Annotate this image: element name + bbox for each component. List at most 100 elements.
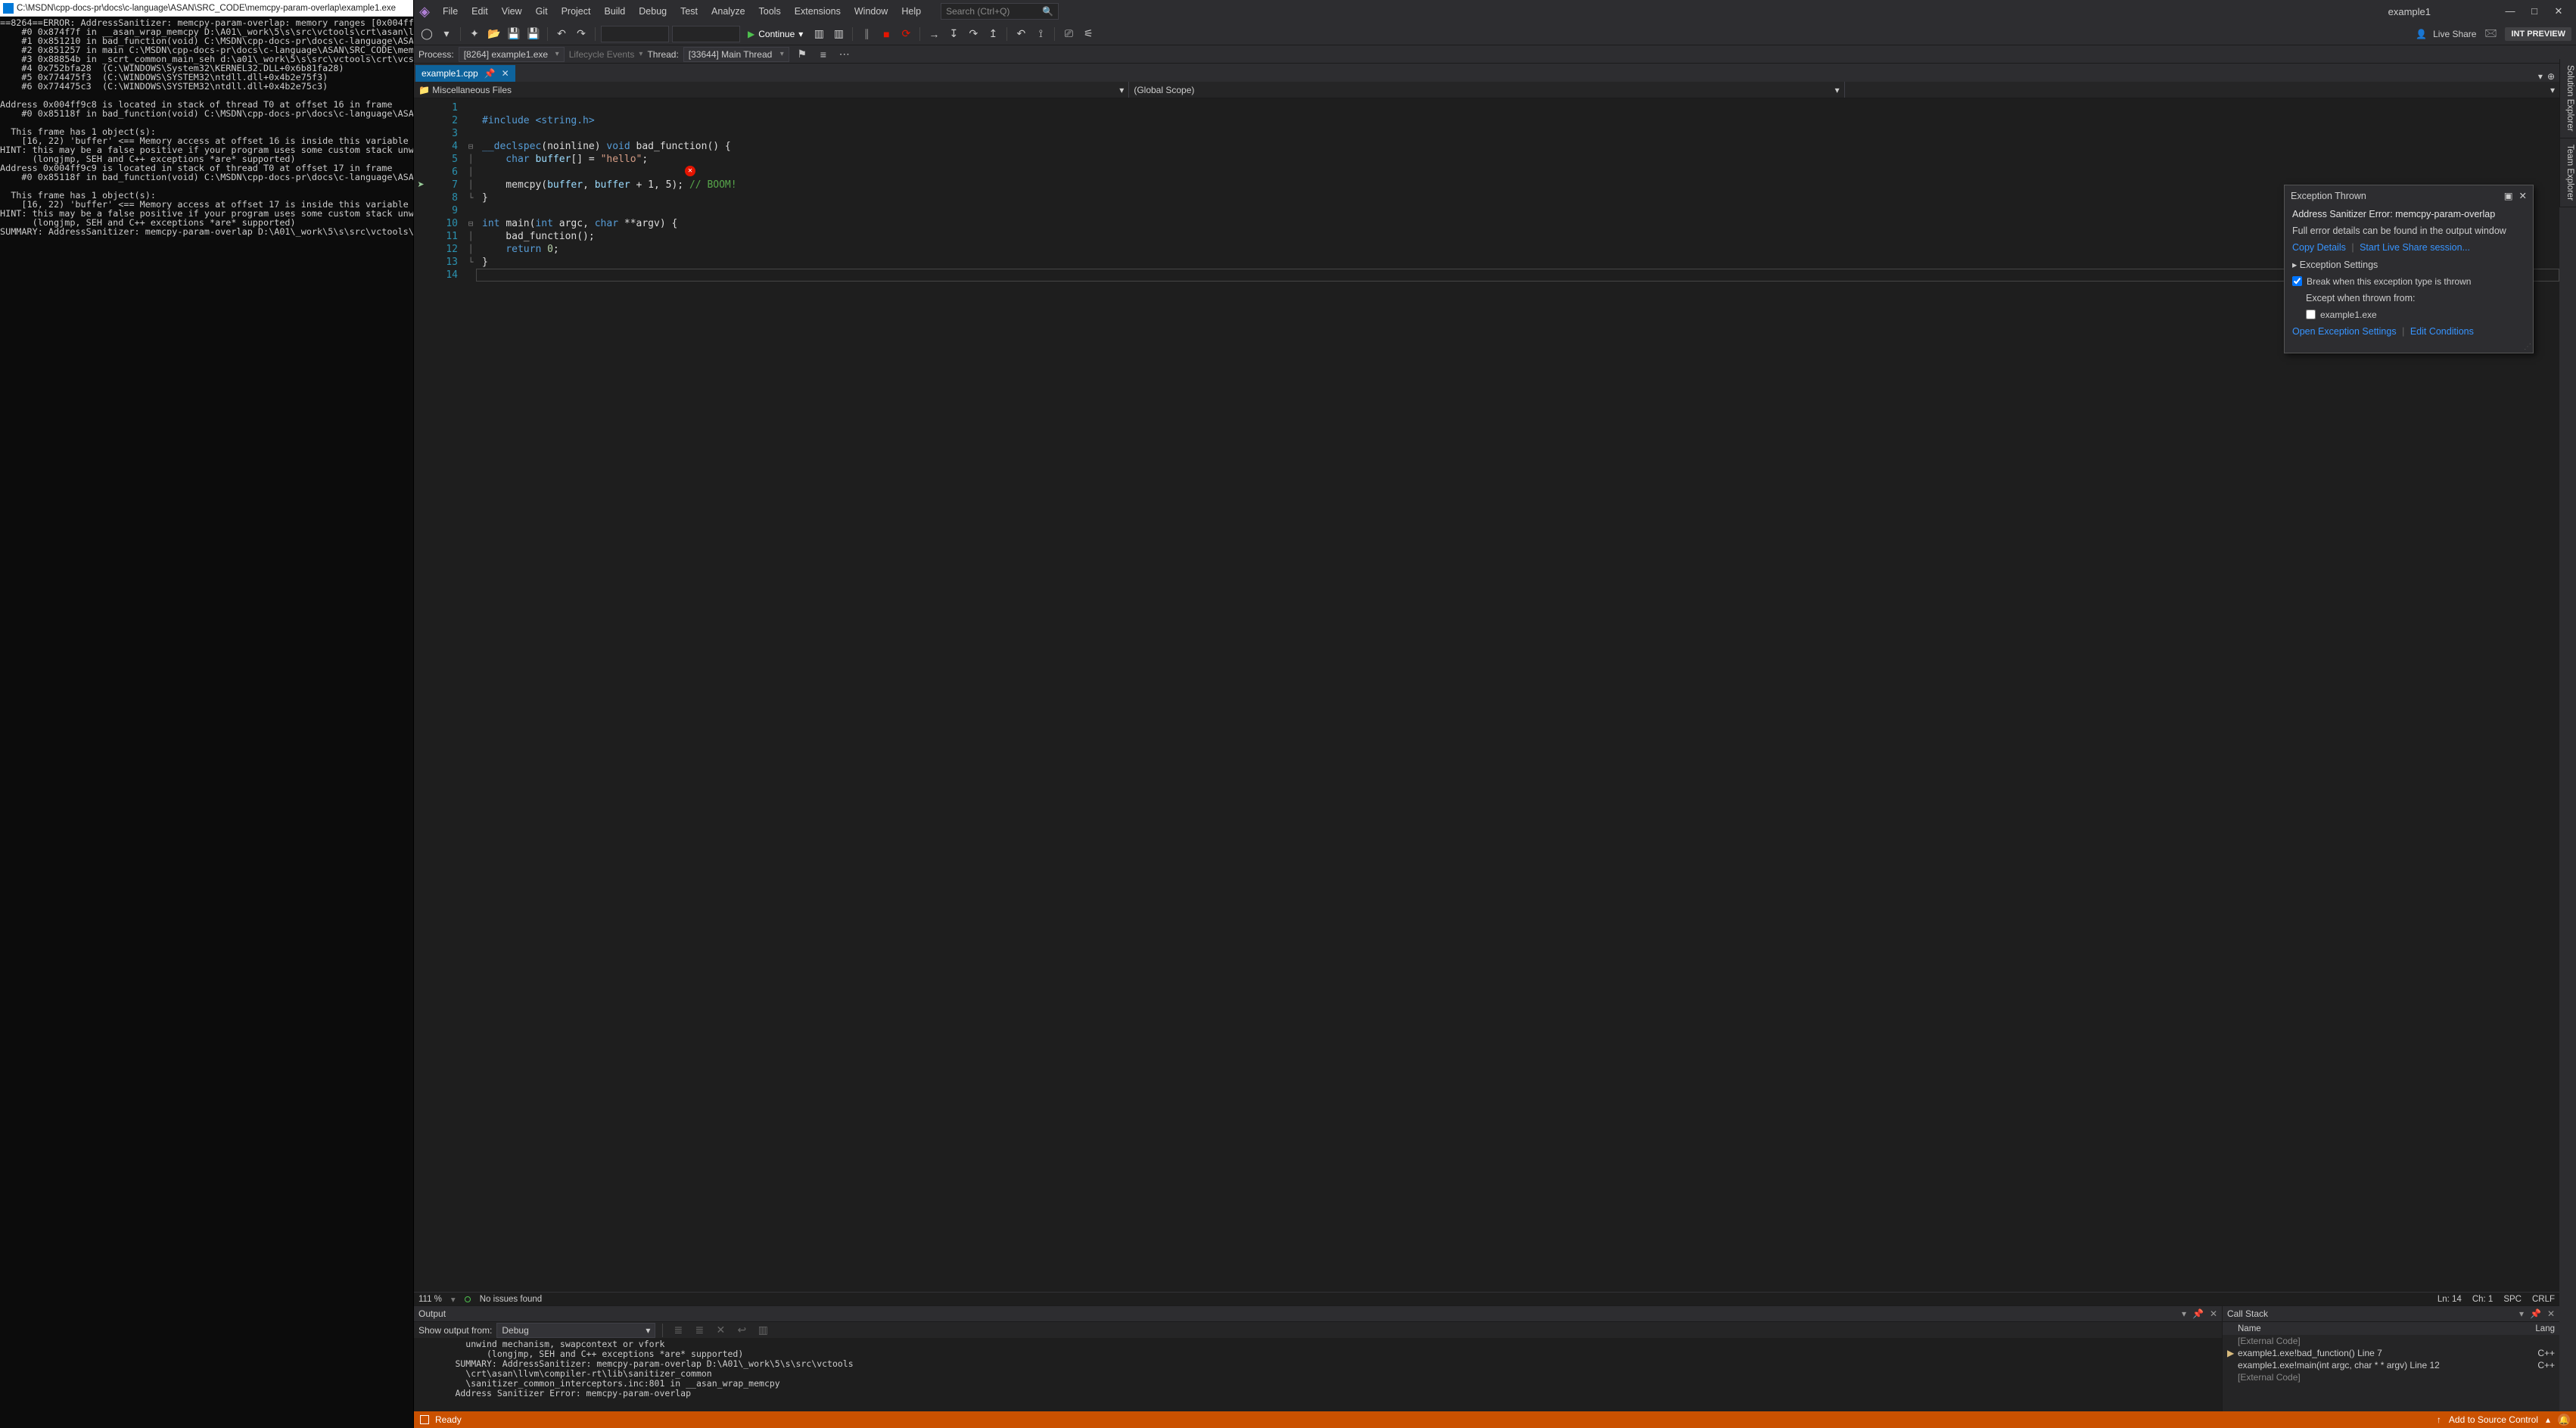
folding-margin[interactable]: ⊟│││└ ⊟││└ [465, 98, 476, 1292]
caret-col-label[interactable]: Ch: 1 [2472, 1295, 2494, 1304]
error-glyph-icon[interactable]: ✕ [685, 166, 695, 176]
callstack-rows[interactable]: [External Code] ▶ example1.exe!bad_funct… [2223, 1335, 2559, 1411]
close-button[interactable]: ✕ [2550, 5, 2567, 17]
callstack-dropdown-icon[interactable]: ▾ [2519, 1308, 2524, 1319]
maximize-button[interactable]: □ [2526, 5, 2543, 17]
menu-edit[interactable]: Edit [465, 3, 494, 20]
launch-icon[interactable]: ▥ [810, 26, 827, 42]
pin-icon[interactable]: 📌 [484, 68, 496, 79]
liveshare-label[interactable]: Live Share [2433, 29, 2476, 39]
stop-icon[interactable]: ■ [878, 26, 894, 42]
intellitrace-icon[interactable]: ⟟ [1032, 26, 1049, 42]
stackframe-icon[interactable]: ≡ [815, 46, 832, 63]
callstack-columns[interactable]: Name Lang [2223, 1321, 2559, 1335]
output-wrap-icon[interactable]: ↩ [733, 1322, 750, 1339]
save-icon[interactable]: 💾 [506, 26, 522, 42]
output-clear-icon[interactable]: ✕ [712, 1322, 729, 1339]
toggle-threads-icon[interactable]: ⋯ [836, 46, 853, 63]
step-over-icon[interactable]: ↷ [965, 26, 982, 42]
thread-combo[interactable]: [33644] Main Thread▾ [683, 47, 789, 62]
menu-file[interactable]: File [437, 3, 464, 20]
start-liveshare-link[interactable]: Start Live Share session... [2360, 242, 2470, 253]
nav-project-combo[interactable]: 📁 Miscellaneous Files▾ [414, 82, 1129, 98]
glyph-margin[interactable]: ➤ [414, 98, 428, 1292]
show-next-statement-icon[interactable]: → [926, 26, 942, 42]
lifecycle-label[interactable]: Lifecycle Events [569, 49, 635, 60]
menu-git[interactable]: Git [530, 3, 554, 20]
issues-label[interactable]: No issues found [480, 1295, 542, 1304]
tab-overflow-icon[interactable]: ▾ [2538, 71, 2543, 82]
undo-icon[interactable]: ↶ [553, 26, 570, 42]
nav-fwd-icon[interactable]: ▾ [438, 26, 455, 42]
edit-conditions-link[interactable]: Edit Conditions [2410, 326, 2474, 337]
hot-reload-icon[interactable]: ⚟ [1080, 26, 1097, 42]
redo-icon[interactable]: ↷ [573, 26, 590, 42]
output-text[interactable]: unwind mechanism, swapcontext or vfork (… [414, 1338, 2222, 1411]
console-titlebar[interactable]: C:\MSDN\cpp-docs-pr\docs\c-language\ASAN… [0, 0, 413, 17]
nav-back-icon[interactable]: ◯ [418, 26, 435, 42]
target-icon[interactable]: ▥ [830, 26, 847, 42]
menu-extensions[interactable]: Extensions [789, 3, 847, 20]
open-exception-settings-link[interactable]: Open Exception Settings [2292, 326, 2397, 337]
callstack-row[interactable]: [External Code] [2223, 1335, 2559, 1347]
solution-platform-combo[interactable] [672, 26, 740, 42]
tab-close-icon[interactable]: ✕ [502, 68, 509, 79]
new-project-icon[interactable]: ✦ [466, 26, 483, 42]
process-combo[interactable]: [8264] example1.exe▾ [459, 47, 565, 62]
menu-window[interactable]: Window [848, 3, 894, 20]
menu-analyze[interactable]: Analyze [705, 3, 751, 20]
output-pin-icon[interactable]: 📌 [2192, 1308, 2204, 1319]
zoom-level[interactable]: 111 % [418, 1295, 442, 1304]
menu-project[interactable]: Project [555, 3, 597, 20]
solution-explorer-tab[interactable]: Solution Explorer [2560, 59, 2576, 138]
solution-config-combo[interactable] [601, 26, 669, 42]
document-tab-example1[interactable]: example1.cpp 📌 ✕ [415, 65, 515, 82]
copy-details-link[interactable]: Copy Details [2292, 242, 2346, 253]
open-icon[interactable]: 📂 [486, 26, 502, 42]
exception-close-icon[interactable]: ✕ [2519, 190, 2527, 201]
restart-icon[interactable]: ⟳ [898, 26, 914, 42]
feedback-icon[interactable]: 🖂 [2482, 26, 2499, 42]
code-content[interactable]: #include <string.h> __declspec(noinline)… [476, 98, 2559, 1292]
menu-debug[interactable]: Debug [633, 3, 673, 20]
step-into-icon[interactable]: ↧ [945, 26, 962, 42]
continue-button[interactable]: ▶ Continue ▾ [743, 29, 807, 39]
callstack-row[interactable]: example1.exe!main(int argc, char * * arg… [2223, 1359, 2559, 1371]
break-all-icon[interactable]: ∥ [858, 26, 875, 42]
step-back-icon[interactable]: ↶ [1013, 26, 1029, 42]
search-box[interactable]: Search (Ctrl+Q) 🔍 [941, 3, 1059, 20]
callstack-row[interactable]: ▶ example1.exe!bad_function() Line 7 C++ [2223, 1347, 2559, 1359]
menu-build[interactable]: Build [598, 3, 631, 20]
nav-scope-combo[interactable]: (Global Scope)▾ [1129, 82, 1844, 98]
menu-tools[interactable]: Tools [753, 3, 787, 20]
code-editor[interactable]: ➤ 123 456 789 101112 1314 ⊟│││└ ⊟││└ #in… [414, 98, 2559, 1292]
break-on-exception-checkbox[interactable] [2292, 276, 2302, 286]
callstack-close-icon[interactable]: ✕ [2547, 1308, 2555, 1319]
callstack-pin-icon[interactable]: 📌 [2530, 1308, 2541, 1319]
minimize-button[interactable]: — [2502, 5, 2518, 17]
output-goto-icon[interactable]: ≣ [691, 1322, 708, 1339]
menu-view[interactable]: View [496, 3, 528, 20]
callstack-row[interactable]: [External Code] [2223, 1371, 2559, 1383]
indent-label[interactable]: SPC [2503, 1295, 2522, 1304]
output-dropdown-icon[interactable]: ▾ [2182, 1308, 2186, 1319]
thread-flag-icon[interactable]: ⚑ [794, 46, 810, 63]
tab-add-icon[interactable]: ⊕ [2547, 71, 2555, 82]
liveshare-icon[interactable]: 👤 [2416, 29, 2427, 39]
output-program-icon[interactable]: ▥ [754, 1322, 771, 1339]
eol-label[interactable]: CRLF [2532, 1295, 2555, 1304]
exception-settings-header[interactable]: ▸ Exception Settings [2292, 259, 2525, 270]
resize-grip-icon[interactable]: ⋰ [2285, 343, 2533, 353]
save-all-icon[interactable]: 💾 [525, 26, 542, 42]
module-exception-checkbox[interactable] [2306, 310, 2316, 319]
exception-pin-icon[interactable]: ▣ [2504, 190, 2513, 201]
add-source-control[interactable]: Add to Source Control [2449, 1414, 2538, 1425]
step-out-icon[interactable]: ↥ [985, 26, 1001, 42]
output-source-combo[interactable]: Debug▾ [496, 1323, 655, 1338]
output-close-icon[interactable]: ✕ [2210, 1308, 2217, 1319]
console-output[interactable]: ==8264==ERROR: AddressSanitizer: memcpy-… [0, 17, 413, 1428]
team-explorer-tab[interactable]: Team Explorer [2560, 138, 2576, 207]
source-control-dropdown-icon[interactable]: ▴ [2546, 1414, 2550, 1425]
snapshot-icon[interactable]: ⎚ [1060, 26, 1077, 42]
menu-help[interactable]: Help [895, 3, 927, 20]
